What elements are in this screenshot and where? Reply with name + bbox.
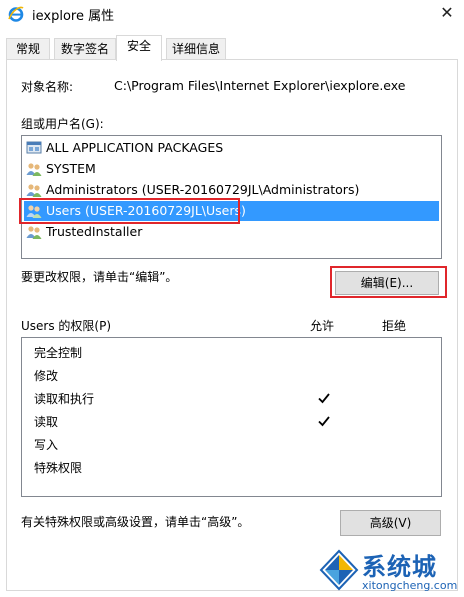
window-title: iexplore 属性 [32,9,115,24]
users-group-icon [26,184,42,197]
group-name: Users (USER-20160729JL\Users) [46,203,246,218]
object-name-value: C:\Program Files\Internet Explorer\iexpl… [114,78,406,93]
allow-checkmark-icon [318,416,330,427]
users-group-icon [26,205,42,218]
close-button[interactable]: ✕ [430,0,464,28]
permission-row-modify: 修改 [34,369,59,383]
tab-security[interactable]: 安全 [116,35,162,61]
group-item-system[interactable]: SYSTEM [24,159,439,179]
group-item-users[interactable]: Users (USER-20160729JL\Users) [24,201,439,221]
tab-general[interactable]: 常规 [6,38,50,60]
watermark-text-cn: 系统城 [362,553,437,581]
change-permissions-hint: 要更改权限，请单击“编辑”。 [21,270,178,284]
allow-column-header: 允许 [310,319,335,333]
edit-button[interactable]: 编辑(E)... [335,271,439,295]
permission-row-special: 特殊权限 [34,461,83,475]
permissions-list: 完全控制 修改 读取和执行 读取 写入 特殊权限 [21,337,442,497]
permission-row-read: 读取 [34,415,59,429]
group-name: ALL APPLICATION PACKAGES [46,140,224,155]
app-packages-icon [26,141,42,154]
watermark-text-en: xitongcheng.com [362,579,458,592]
object-name-label: 对象名称: [21,80,74,94]
group-item-trustedinstaller[interactable]: TrustedInstaller [24,222,439,242]
tab-strip: 常规 数字签名 安全 详细信息 [6,35,458,61]
groups-label: 组或用户名(G): [21,117,104,131]
internet-explorer-icon [8,6,24,22]
advanced-hint: 有关特殊权限或高级设置，请单击“高级”。 [21,515,250,529]
watermark: 系统城 xitongcheng.com [318,547,464,597]
groups-listbox[interactable]: ALL APPLICATION PACKAGES SYSTEM Administ… [21,135,442,259]
group-name: SYSTEM [46,161,96,176]
tab-details[interactable]: 详细信息 [166,38,226,60]
tab-digital-signatures[interactable]: 数字签名 [54,38,116,60]
permission-row-read-execute: 读取和执行 [34,392,95,406]
group-name: TrustedInstaller [46,224,143,239]
advanced-button[interactable]: 高级(V) [340,510,441,536]
users-group-icon [26,226,42,239]
users-group-icon [26,163,42,176]
permission-row-full-control: 完全控制 [34,346,83,360]
deny-column-header: 拒绝 [382,319,407,333]
group-item-administrators[interactable]: Administrators (USER-20160729JL\Administ… [24,180,439,200]
allow-checkmark-icon [318,393,330,404]
group-name: Administrators (USER-20160729JL\Administ… [46,182,360,197]
watermark-logo-icon [319,549,359,591]
permissions-label: Users 的权限(P) [21,319,112,333]
close-icon: ✕ [440,3,454,22]
title-bar: iexplore 属性 ✕ [0,0,464,30]
permission-row-write: 写入 [34,438,59,452]
group-item-all-application-packages[interactable]: ALL APPLICATION PACKAGES [24,138,439,158]
